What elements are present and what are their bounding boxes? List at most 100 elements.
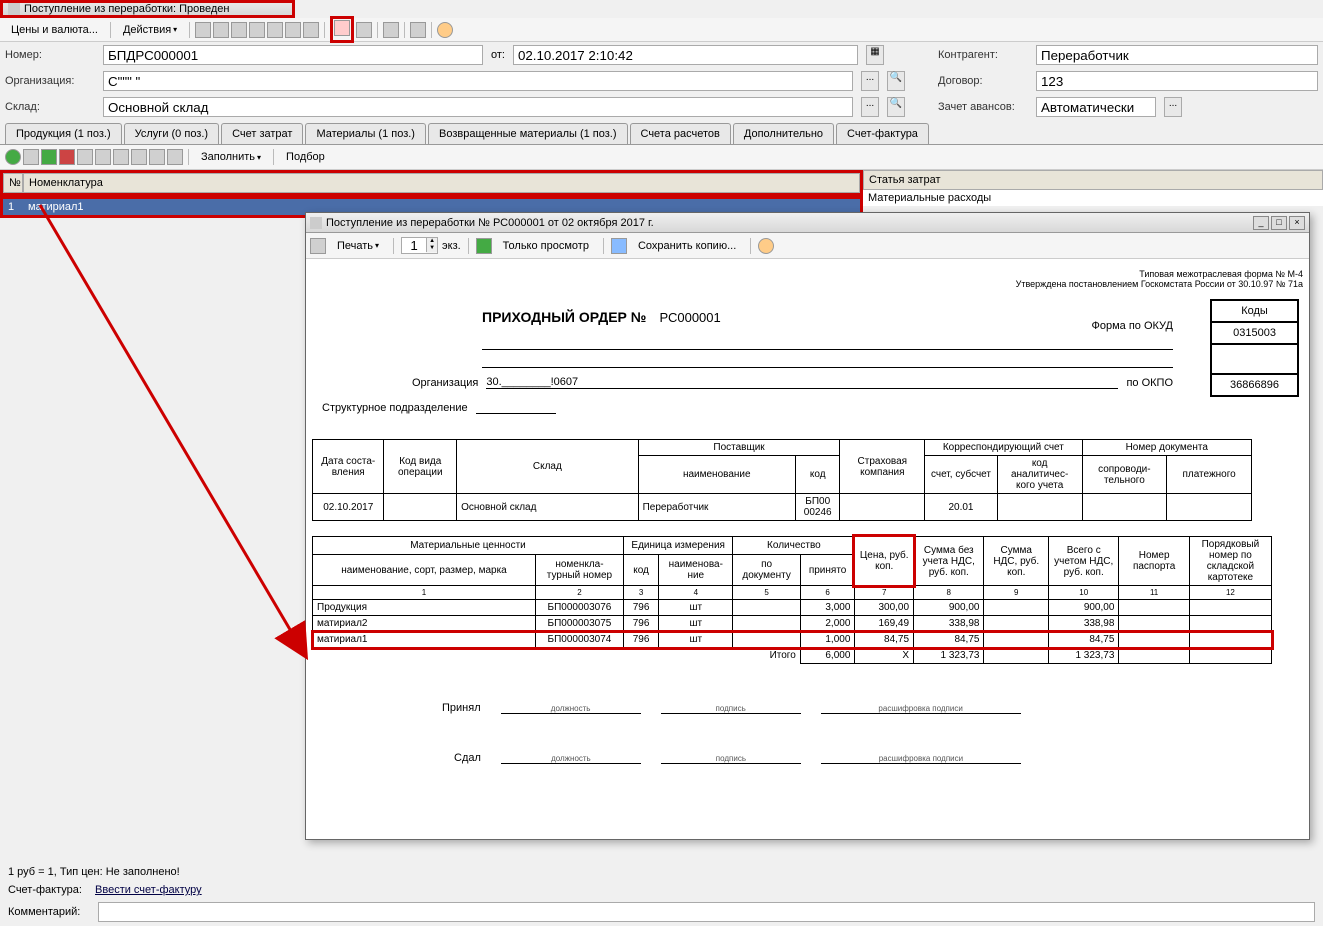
- sig-dec1: расшифровка подписи: [821, 694, 1021, 714]
- help-icon[interactable]: [437, 22, 453, 38]
- icon-1[interactable]: [195, 22, 211, 38]
- close-button[interactable]: ×: [1289, 216, 1305, 230]
- date-label: от:: [491, 49, 505, 61]
- main-toolbar: Цены и валюта... Действия: [0, 18, 1323, 42]
- t2-cell: 796: [623, 600, 658, 616]
- footer: 1 руб = 1, Тип цен: Не заполнено! Счет-ф…: [0, 862, 1323, 926]
- view-icon[interactable]: [476, 238, 492, 254]
- minimize-button[interactable]: _: [1253, 216, 1269, 230]
- invoice-label: Счет-фактура:: [8, 884, 82, 896]
- select-button[interactable]: Подбор: [279, 148, 332, 166]
- copies-spinner[interactable]: ▲▼: [401, 237, 438, 254]
- handed-label: Сдал: [454, 752, 481, 764]
- view-only-button[interactable]: Только просмотр: [496, 237, 596, 255]
- contractor-input[interactable]: [1036, 45, 1318, 65]
- t2-sum: Сумма без учета НДС, руб. коп.: [914, 537, 984, 586]
- t1-r-acc: 20.01: [925, 494, 998, 521]
- rate-info: 1 руб = 1, Тип цен: Не заполнено!: [8, 866, 1315, 878]
- col-cost-item[interactable]: Статья затрат: [863, 170, 1323, 190]
- date-input[interactable]: [513, 45, 858, 65]
- tabs-bar: Продукция (1 поз.) Услуги (0 поз.) Счет …: [0, 120, 1323, 145]
- comment-input[interactable]: [98, 902, 1315, 922]
- warehouse-select-icon[interactable]: ...: [861, 97, 879, 117]
- tab-services[interactable]: Услуги (0 поз.): [124, 123, 219, 144]
- t1-docnum: Номер документа: [1082, 440, 1252, 456]
- org-input[interactable]: [103, 71, 853, 91]
- t2-cell: шт: [659, 616, 733, 632]
- printer-icon[interactable]: [310, 238, 326, 254]
- dtkt-icon[interactable]: [334, 20, 350, 36]
- codes-box: Коды 0315003 36866896: [1210, 299, 1299, 397]
- icon-6[interactable]: [285, 22, 301, 38]
- sort-desc-icon[interactable]: [167, 149, 183, 165]
- tab-returned[interactable]: Возвращенные материалы (1 поз.): [428, 123, 628, 144]
- tab-invoice[interactable]: Счет-фактура: [836, 123, 929, 144]
- contract-input[interactable]: [1036, 71, 1318, 91]
- icon-9[interactable]: [383, 22, 399, 38]
- t2-cell: 3,000: [800, 600, 855, 616]
- t1-supplier: Поставщик: [638, 440, 840, 456]
- date-picker-icon[interactable]: ▦: [866, 45, 884, 65]
- contractor-label: Контрагент:: [938, 49, 1028, 61]
- movedown-icon[interactable]: [131, 149, 147, 165]
- sub-toolbar: Заполнить Подбор: [0, 145, 1323, 170]
- t2-cell: Продукция: [313, 600, 536, 616]
- org-select-icon[interactable]: ...: [861, 71, 879, 91]
- invoice-link[interactable]: Ввести счет-фактуру: [95, 884, 202, 896]
- col-num[interactable]: №: [3, 173, 23, 193]
- t2-cell: 84,75: [914, 632, 984, 648]
- copies-input[interactable]: [402, 238, 426, 253]
- org-search-icon[interactable]: 🔍: [887, 71, 905, 91]
- moveup-icon[interactable]: [113, 149, 129, 165]
- t2-cell: [984, 616, 1049, 632]
- col-nomenclature[interactable]: Номенклатура: [23, 173, 860, 193]
- advance-select-icon[interactable]: ...: [1164, 97, 1182, 117]
- up-icon[interactable]: [77, 149, 93, 165]
- t2-mat: Материальные ценности: [313, 537, 624, 555]
- icon-3[interactable]: [231, 22, 247, 38]
- fill-button[interactable]: Заполнить: [194, 148, 268, 166]
- add-icon[interactable]: [5, 149, 21, 165]
- t1-supplier-code: код: [795, 456, 840, 494]
- tab-cost-account[interactable]: Счет затрат: [221, 123, 303, 144]
- t2-qty: Количество: [733, 537, 855, 555]
- icon-8[interactable]: [356, 22, 372, 38]
- print-button[interactable]: Печать: [330, 237, 386, 255]
- delete-icon[interactable]: [59, 149, 75, 165]
- copy-icon[interactable]: [23, 149, 39, 165]
- okpo-code: 36866896: [1211, 374, 1298, 396]
- tab-settlement[interactable]: Счета расчетов: [630, 123, 731, 144]
- t1-date: Дата соста-вления: [313, 440, 384, 494]
- t2-cell: шт: [659, 632, 733, 648]
- icon-10[interactable]: [410, 22, 426, 38]
- tab-materials[interactable]: Материалы (1 поз.): [305, 123, 426, 144]
- t2-cell: 796: [623, 632, 658, 648]
- prices-button[interactable]: Цены и валюта...: [4, 21, 105, 39]
- codes-header: Коды: [1211, 300, 1298, 322]
- warehouse-input[interactable]: [103, 97, 853, 117]
- save-copy-button[interactable]: Сохранить копию...: [631, 237, 743, 255]
- icon-7[interactable]: [303, 22, 319, 38]
- icon-2[interactable]: [213, 22, 229, 38]
- edit-icon[interactable]: [41, 149, 57, 165]
- advance-input[interactable]: [1036, 97, 1156, 117]
- sort-asc-icon[interactable]: [149, 149, 165, 165]
- number-input[interactable]: [103, 45, 483, 65]
- actions-button[interactable]: Действия: [116, 21, 184, 39]
- t2-cell: 300,00: [855, 600, 914, 616]
- icon-4[interactable]: [249, 22, 265, 38]
- print-help-icon[interactable]: [758, 238, 774, 254]
- row1-cost-cell[interactable]: Материальные расходы: [863, 190, 1323, 206]
- okpo-label: по ОКПО: [1126, 377, 1173, 389]
- down-icon[interactable]: [95, 149, 111, 165]
- t1-supplier-name: наименование: [638, 456, 795, 494]
- sig-pos2: должность: [501, 744, 641, 764]
- tab-products[interactable]: Продукция (1 поз.): [5, 123, 122, 144]
- warehouse-search-icon[interactable]: 🔍: [887, 97, 905, 117]
- print-org-label: Организация: [412, 377, 478, 389]
- tab-additional[interactable]: Дополнительно: [733, 123, 834, 144]
- icon-5[interactable]: [267, 22, 283, 38]
- save-icon[interactable]: [611, 238, 627, 254]
- maximize-button[interactable]: □: [1271, 216, 1287, 230]
- t2-passport: Номер паспорта: [1119, 537, 1189, 586]
